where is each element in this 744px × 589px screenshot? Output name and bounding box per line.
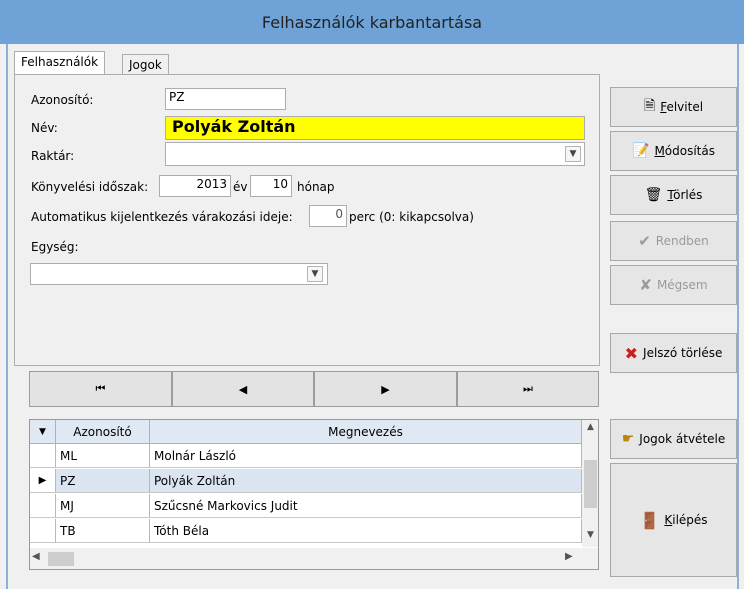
scroll-left-icon[interactable]: ◀: [32, 551, 46, 567]
table-row-id[interactable]: PZ: [56, 469, 150, 493]
month-unit: hónap: [297, 180, 335, 194]
warehouse-combo[interactable]: [165, 142, 585, 166]
unit-combo[interactable]: [30, 263, 328, 285]
reset-password-label: Jelszó törlése: [643, 346, 723, 360]
scroll-thumb-horizontal[interactable]: [48, 552, 74, 566]
checkmark-icon: ✔: [638, 232, 651, 250]
year-unit: év: [233, 180, 248, 194]
last-record-icon: ⏭: [523, 382, 533, 395]
exit-button-label: ilépés: [672, 513, 708, 527]
hand-pointer-icon: ☛: [621, 431, 635, 447]
auto-logout-field[interactable]: 0: [309, 205, 347, 227]
unit-label: Egység:: [31, 240, 79, 254]
chevron-down-icon[interactable]: ▼: [565, 146, 581, 162]
name-label: Név:: [31, 121, 58, 135]
table-row-id[interactable]: ML: [56, 444, 150, 468]
copy-rights-label: Jogok átvétele: [639, 432, 726, 446]
year-field[interactable]: 2013: [159, 175, 231, 197]
scroll-right-icon[interactable]: ▶: [565, 551, 579, 567]
name-field[interactable]: Polyák Zoltán: [165, 116, 585, 140]
row-indicator[interactable]: [30, 494, 56, 518]
first-record-icon: ⏮: [95, 382, 106, 395]
copy-rights-button[interactable]: ☛ Jogok átvétele: [610, 419, 737, 459]
id-label: Azonosító:: [31, 93, 94, 107]
cross-icon: ✘: [639, 276, 652, 294]
row-indicator[interactable]: [30, 519, 56, 543]
auto-logout-label: Automatikus kijelentkezés várakozási ide…: [31, 210, 293, 224]
cancel-button-label: Mégsem: [656, 278, 708, 292]
warehouse-label: Raktár:: [31, 149, 75, 163]
nav-first-button[interactable]: ⏮: [29, 371, 172, 407]
delete-button-label: örlés: [673, 188, 703, 202]
exit-door-icon: 🚪: [639, 510, 660, 530]
column-header-id[interactable]: Azonosító: [56, 420, 150, 444]
chevron-down-icon[interactable]: ▼: [307, 266, 323, 282]
row-indicator[interactable]: ▶: [30, 469, 56, 493]
table-row-id[interactable]: MJ: [56, 494, 150, 518]
id-field[interactable]: PZ: [165, 88, 286, 110]
tab-users[interactable]: Felhasználók: [14, 51, 106, 74]
prev-record-icon: ◀: [238, 382, 248, 396]
cancel-button[interactable]: ✘ Mégsem: [610, 265, 737, 305]
window-title: Felhasználók karbantartása: [261, 12, 483, 32]
modify-button-label: ódosítás: [664, 144, 715, 158]
add-button-label: elvitel: [666, 100, 704, 114]
ok-button-label: Rendben: [655, 234, 709, 248]
vertical-scrollbar[interactable]: ▲ ▼: [582, 420, 598, 547]
modify-button[interactable]: 📝 Módosítás: [610, 131, 737, 171]
red-x-icon: ✖: [624, 343, 639, 363]
row-indicator[interactable]: [30, 444, 56, 468]
add-button[interactable]: 🗎 Felvitel: [610, 87, 737, 127]
scroll-down-icon[interactable]: ▼: [582, 530, 598, 544]
reset-password-button[interactable]: ✖ Jelszó törlése: [610, 333, 737, 373]
table-row-name[interactable]: Szűcsné Markovics Judit: [150, 494, 582, 518]
column-header-name[interactable]: Megnevezés: [150, 420, 582, 444]
month-field[interactable]: 10: [250, 175, 292, 197]
nav-prev-button[interactable]: ◀: [172, 371, 314, 407]
ok-button[interactable]: ✔ Rendben: [610, 221, 737, 261]
scroll-thumb[interactable]: [584, 460, 597, 508]
new-document-icon: 🗎: [643, 98, 656, 114]
users-grid[interactable]: ▼ Azonosító Megnevezés ML Molnár László ▶ P…: [29, 419, 599, 570]
modify-button-hotkey: M: [654, 144, 665, 158]
period-label: Könyvelési időszak:: [31, 180, 149, 194]
table-row-name[interactable]: Polyák Zoltán: [150, 469, 582, 493]
table-row-name[interactable]: Molnár László: [150, 444, 582, 468]
nav-next-button[interactable]: ▶: [314, 371, 457, 407]
auto-logout-unit: perc (0: kikapcsolva): [349, 210, 474, 224]
horizontal-scrollbar[interactable]: ◀ ▶: [30, 548, 598, 569]
exit-button[interactable]: 🚪 Kilépés: [610, 463, 737, 577]
nav-last-button[interactable]: ⏭: [457, 371, 599, 407]
trash-icon: 🗑: [644, 187, 663, 203]
table-row-name[interactable]: Tóth Béla: [150, 519, 582, 543]
window-title-bar: Felhasználók karbantartása: [0, 0, 744, 44]
edit-document-icon: 📝: [632, 143, 650, 159]
delete-button[interactable]: 🗑 Törlés: [610, 175, 737, 215]
scroll-up-icon[interactable]: ▲: [582, 422, 598, 436]
row-indicator-header: ▼: [30, 420, 56, 444]
tab-rights[interactable]: Jogok: [122, 54, 169, 74]
next-record-icon: ▶: [381, 382, 390, 396]
table-row-id[interactable]: TB: [56, 519, 150, 543]
